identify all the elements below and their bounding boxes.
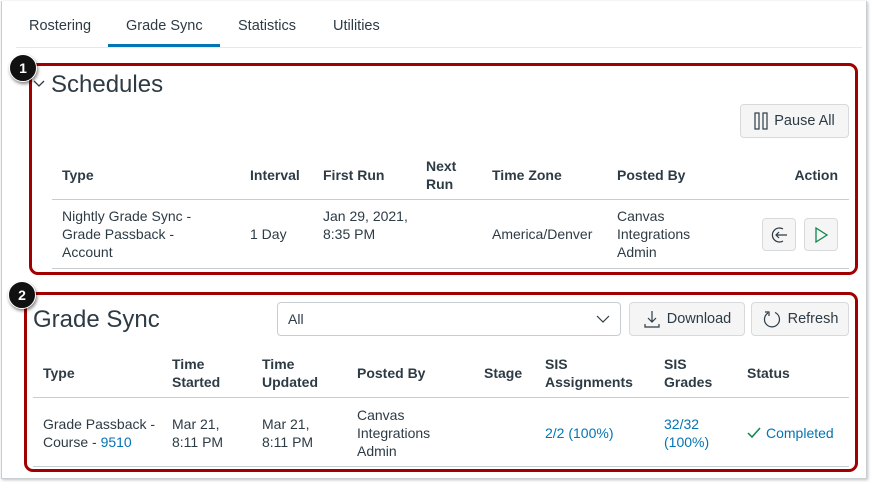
play-icon <box>815 226 829 243</box>
tab-rostering[interactable]: Rostering <box>29 18 91 34</box>
sis-grades-link[interactable]: 32/32 (100%) <box>664 415 719 451</box>
row-divider <box>52 268 849 269</box>
row-divider <box>33 466 849 467</box>
col-posted-by: Posted By <box>357 365 426 381</box>
course-link[interactable]: 9510 <box>101 434 132 450</box>
chevron-down-icon[interactable] <box>33 79 45 89</box>
run-back-button[interactable] <box>762 218 796 251</box>
refresh-button[interactable]: Refresh <box>751 302 849 336</box>
sync-time-updated: Mar 21, 8:11 PM <box>262 416 314 450</box>
sync-posted-by: Canvas Integrations Admin <box>357 407 431 459</box>
sync-type: Grade Passback - Course - 9510 <box>43 415 158 451</box>
col-type: Type <box>62 167 94 183</box>
schedules-title: Schedules <box>51 71 164 98</box>
chevron-down-icon <box>596 315 610 323</box>
sign-in-icon <box>771 226 787 243</box>
refresh-icon <box>763 311 780 328</box>
col-first-run: First Run <box>323 167 385 183</box>
tab-statistics[interactable]: Statistics <box>238 18 296 34</box>
col-action: Action <box>794 167 838 183</box>
sync-type-text: Grade Passback - Course - <box>43 416 156 450</box>
download-label: Download <box>666 311 732 327</box>
callout-badge-1: 1 <box>9 54 37 82</box>
grade-sync-title: Grade Sync <box>33 306 160 333</box>
callout-badge-2: 2 <box>8 281 36 309</box>
sync-status[interactable]: Completed <box>747 424 834 442</box>
header-divider <box>52 199 849 200</box>
header-divider <box>33 397 849 398</box>
schedule-time-zone: America/Denver <box>492 226 593 242</box>
pause-icon <box>754 112 768 130</box>
download-icon <box>644 311 660 328</box>
run-now-button[interactable] <box>804 218 838 251</box>
col-time-zone: Time Zone <box>492 167 562 183</box>
schedule-type: Nightly Grade Sync - Grade Passback - Ac… <box>62 208 192 260</box>
col-sis-assignments: SIS Assignments <box>545 356 633 390</box>
download-button[interactable]: Download <box>629 302 745 336</box>
tab-utilities[interactable]: Utilities <box>333 18 380 34</box>
refresh-label: Refresh <box>787 311 839 327</box>
pause-all-label: Pause All <box>774 113 835 129</box>
filter-value: All <box>288 311 304 327</box>
sync-time-started: Mar 21, 8:11 PM <box>172 416 224 450</box>
schedule-interval: 1 Day <box>250 226 287 242</box>
col-stage: Stage <box>484 365 523 381</box>
schedule-posted-by: Canvas Integrations Admin <box>617 208 691 260</box>
tab-divider <box>16 47 862 48</box>
col-time-updated: Time Updated <box>262 356 318 390</box>
schedule-first-run: Jan 29, 2021, 8:35 PM <box>323 208 408 242</box>
col-time-started: Time Started <box>172 356 221 390</box>
col-status: Status <box>747 365 790 381</box>
col-posted-by: Posted By <box>617 167 686 183</box>
filter-select[interactable]: All <box>277 302 621 336</box>
col-interval: Interval <box>250 167 300 183</box>
col-type: Type <box>43 365 75 381</box>
sis-assignments-link[interactable]: 2/2 (100%) <box>545 424 613 442</box>
col-sis-grades: SIS Grades <box>664 356 713 390</box>
tab-grade-sync[interactable]: Grade Sync <box>126 18 203 34</box>
col-next-run: Next Run <box>426 158 457 192</box>
status-label: Completed <box>766 425 834 441</box>
pause-all-button[interactable]: Pause All <box>740 104 849 138</box>
check-icon <box>747 427 761 439</box>
